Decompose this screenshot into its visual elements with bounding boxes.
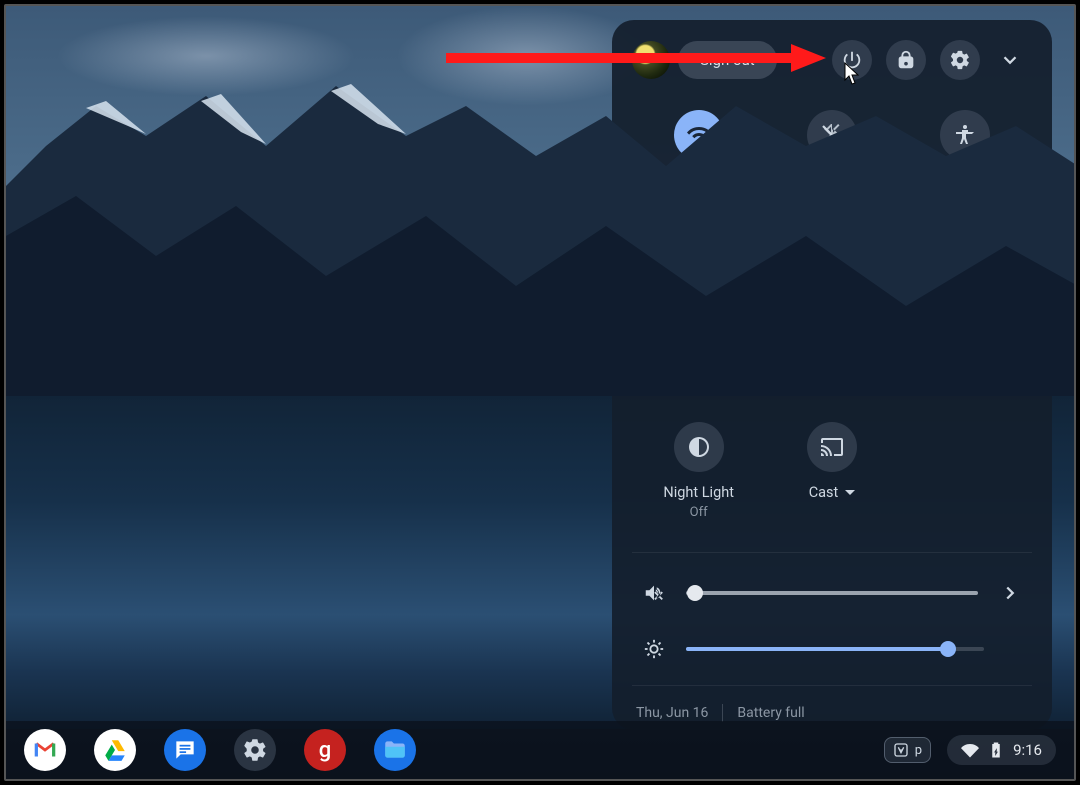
shelf: g p 9:16 — [6, 721, 1074, 779]
caret-icon — [845, 490, 855, 495]
ime-badge[interactable]: p — [884, 737, 931, 763]
night-light-icon — [687, 435, 711, 459]
ime-badge-text: p — [915, 743, 922, 758]
battery-status-icon — [987, 741, 1005, 759]
night-light-label: Night Light — [663, 484, 734, 501]
brightness-slider[interactable] — [686, 647, 984, 651]
status-battery: Battery full — [737, 705, 804, 721]
app-g-red[interactable]: g — [304, 729, 346, 771]
app-settings[interactable] — [234, 729, 276, 771]
cast-label: Cast — [809, 484, 839, 501]
night-light-sub: Off — [690, 505, 708, 520]
volume-slider[interactable] — [686, 591, 978, 595]
app-drive[interactable] — [94, 729, 136, 771]
brightness-icon — [636, 631, 672, 667]
status-tray[interactable]: 9:16 — [947, 735, 1056, 765]
audio-settings-button[interactable] — [992, 575, 1028, 611]
app-messages[interactable] — [164, 729, 206, 771]
status-time: 9:16 — [1013, 741, 1042, 759]
wifi-status-icon — [961, 741, 979, 759]
divider — [722, 704, 723, 722]
volume-mute-icon[interactable] — [636, 575, 672, 611]
app-files[interactable] — [374, 729, 416, 771]
status-date: Thu, Jun 16 — [636, 705, 708, 721]
brightness-slider-row — [632, 621, 1032, 677]
volume-slider-row — [632, 565, 1032, 621]
cast-tile[interactable]: Cast — [765, 422, 898, 550]
app-gmail[interactable] — [24, 729, 66, 771]
cast-icon — [820, 435, 844, 459]
chevron-right-icon — [999, 582, 1021, 604]
night-light-tile[interactable]: Night Light Off — [632, 422, 765, 550]
